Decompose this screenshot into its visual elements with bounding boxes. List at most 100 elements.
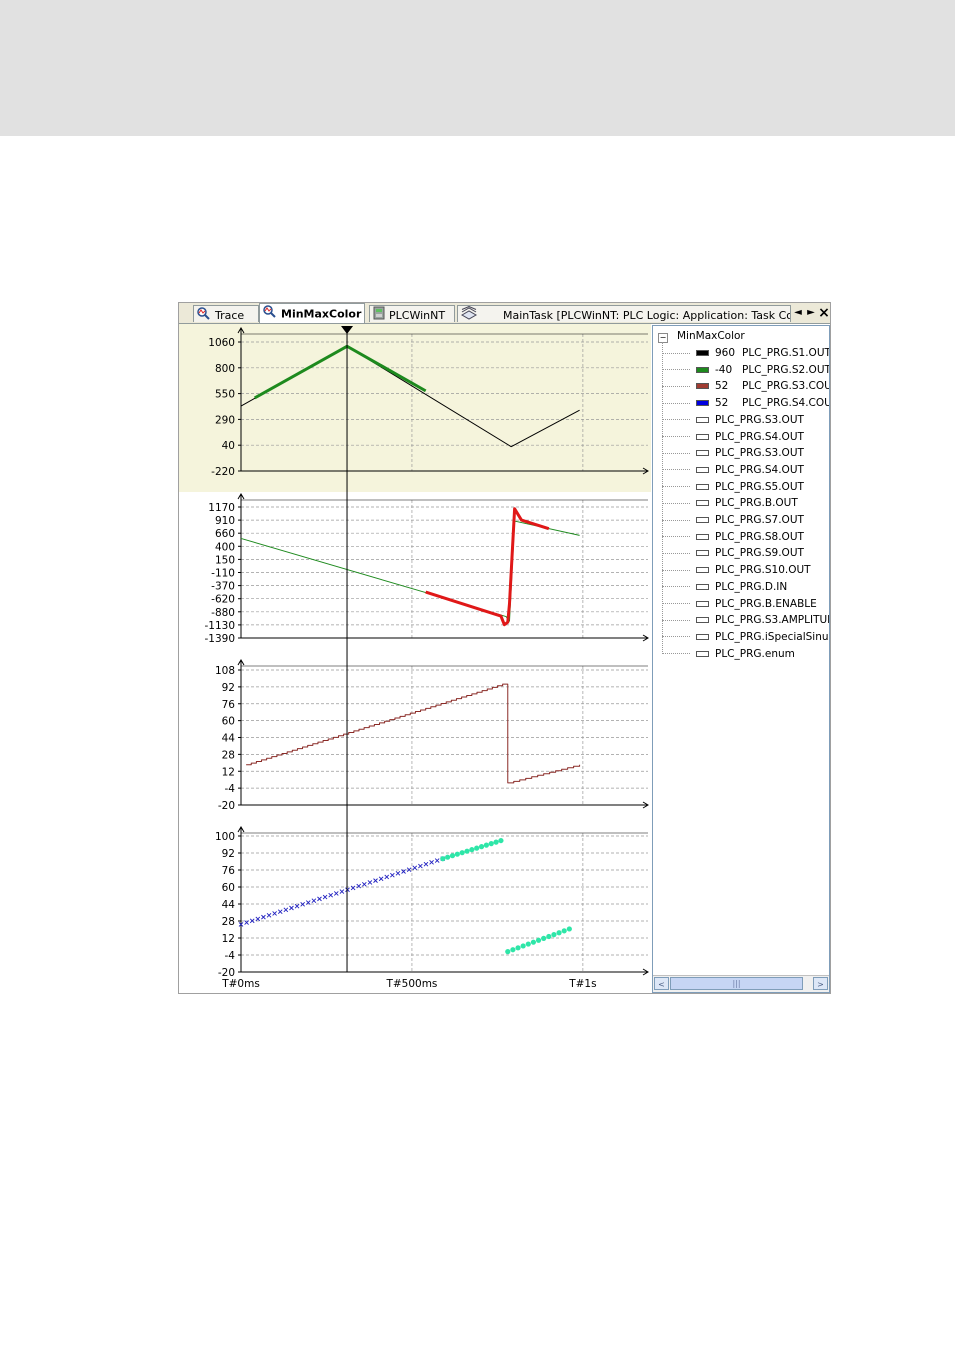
legend-color-swatch (696, 350, 709, 356)
tree-branch (662, 519, 690, 521)
y-tick-label: 150 (215, 554, 235, 566)
tab-label: MinMaxColor (281, 307, 362, 321)
series-line (246, 683, 581, 784)
tree-branch (662, 352, 690, 354)
data-point-marker (541, 935, 547, 941)
series-line (425, 507, 550, 627)
legend-item[interactable]: PLC_PRG.S10.OUT (662, 562, 811, 578)
legend-item[interactable]: -40 PLC_PRG.S2.OUT (662, 362, 830, 378)
legend-item[interactable]: PLC_PRG.enum (662, 646, 795, 662)
data-point-marker (390, 872, 395, 878)
legend-item[interactable]: PLC_PRG.iSpecialSinus (662, 629, 829, 645)
y-tick-label: 44 (222, 733, 236, 745)
y-tick-label: 40 (222, 440, 235, 452)
legend-color-swatch (696, 433, 709, 440)
legend-item[interactable]: PLC_PRG.S4.OUT (662, 462, 804, 478)
legend-item[interactable]: PLC_PRG.S7.OUT (662, 512, 804, 528)
legend-horizontal-scrollbar[interactable]: < ||| > (653, 975, 829, 992)
legend-item[interactable]: PLC_PRG.S3.OUT (662, 412, 804, 428)
close-icon[interactable]: × (818, 306, 830, 320)
trace-chart[interactable]: 106080055029040-2201170910660400150-110-… (179, 324, 651, 993)
legend-current-value: 960 (715, 347, 736, 359)
data-point-marker (566, 926, 572, 932)
legend-color-swatch (696, 533, 709, 540)
y-tick-label: -20 (218, 800, 235, 812)
legend-item[interactable]: PLC_PRG.S9.OUT (662, 545, 804, 561)
legend-item[interactable]: 52 PLC_PRG.S4.COUN (662, 395, 829, 411)
y-tick-label: 60 (222, 716, 235, 728)
tree-branch (662, 603, 690, 604)
data-point-marker (418, 863, 423, 869)
tab-label: Trace (215, 309, 245, 322)
y-tick-label: -110 (211, 568, 235, 580)
y-tick-label: 76 (222, 699, 236, 711)
legend-variable-name: PLC_PRG.S7.OUT (715, 514, 804, 526)
legend-item[interactable]: PLC_PRG.S3.AMPLITUD (662, 612, 830, 628)
tree-branch (662, 436, 690, 437)
data-point-marker (356, 883, 362, 889)
y-tick-label: -880 (211, 607, 235, 619)
data-point-marker (510, 947, 516, 953)
tree-branch (662, 502, 690, 504)
y-tick-label: 92 (222, 848, 235, 860)
legend-current-value: 52 (715, 397, 729, 410)
data-point-marker (423, 861, 429, 867)
tab-maintask[interactable]: MainTask [PLCWinNT: PLC Logic: Applicati… (457, 305, 791, 322)
legend-variable-name: PLC_PRG.S2.OUT (742, 363, 830, 376)
tab-plcwinnt[interactable]: PLCWinNT (369, 305, 455, 322)
legend-item[interactable]: PLC_PRG.S5.OUT (662, 479, 804, 495)
data-point-marker (322, 894, 328, 900)
tab-minmaxcolor[interactable]: MinMaxColor (259, 303, 365, 323)
legend-item[interactable]: PLC_PRG.D.IN (662, 579, 787, 595)
scroll-tabs-left-icon[interactable]: ◄ (792, 306, 804, 320)
scroll-right-button[interactable]: > (813, 977, 828, 990)
tree-branch (662, 619, 690, 621)
page-header-band (0, 0, 955, 136)
legend-variable-name: PLC_PRG.S3.OUT (715, 447, 804, 460)
data-point-marker (384, 874, 390, 880)
scrollbar-thumb[interactable]: ||| (670, 977, 803, 990)
data-point-marker (556, 930, 562, 936)
tree-branch (662, 536, 690, 538)
trace-icon (196, 306, 212, 322)
device-icon (372, 306, 386, 322)
legend-variable-name: PLC_PRG.S3.AMPLITUD (715, 614, 830, 627)
legend-variable-name: PLC_PRG.B.OUT (715, 497, 798, 510)
legend-color-swatch (696, 517, 709, 523)
legend-item[interactable]: PLC_PRG.S4.OUT (662, 429, 804, 445)
scroll-left-button[interactable]: < (654, 977, 669, 990)
y-tick-label: 910 (215, 515, 235, 527)
legend-color-swatch (696, 617, 709, 624)
y-tick-label: 12 (222, 766, 235, 778)
legend-item[interactable]: PLC_PRG.B.ENABLE (662, 596, 817, 612)
data-point-marker (429, 860, 434, 865)
data-point-marker (464, 848, 470, 854)
legend-item[interactable]: 960 PLC_PRG.S1.OUT (662, 345, 829, 361)
legend-variable-name: PLC_PRG.S3.OUT (715, 413, 804, 426)
data-point-marker (535, 937, 542, 943)
legend-item[interactable]: PLC_PRG.S3.OUT (662, 445, 804, 461)
legend-current-value: -40 (715, 363, 733, 376)
data-point-marker (277, 909, 283, 914)
legend-item[interactable]: PLC_PRG.B.OUT (662, 495, 798, 511)
tree-branch (662, 369, 690, 371)
tab-trace[interactable]: Trace (193, 305, 259, 322)
y-tick-label: 28 (222, 749, 235, 761)
data-point-marker (498, 837, 504, 844)
legend-color-swatch (696, 567, 709, 574)
data-point-marker (505, 949, 511, 955)
legend-current-value: 52 (715, 380, 729, 393)
legend-item[interactable]: 52 PLC_PRG.S3.COUN (662, 378, 829, 394)
y-tick-label: 660 (215, 528, 235, 540)
data-point-marker (478, 844, 485, 850)
data-point-marker (469, 847, 475, 853)
data-point-marker (373, 878, 378, 883)
collapse-toggle-icon[interactable]: − (658, 333, 668, 343)
tree-root-label[interactable]: MinMaxColor (677, 330, 745, 342)
legend-color-swatch (696, 466, 709, 473)
tree-branch (662, 586, 690, 588)
scroll-tabs-right-icon[interactable]: ► (805, 306, 817, 320)
tree-branch (662, 452, 690, 454)
legend-item[interactable]: PLC_PRG.S8.OUT (662, 529, 804, 545)
trace-plot-area[interactable]: 1060 800 550 290 40 -220 1170 910 660 400 150 -110-… (179, 324, 651, 993)
